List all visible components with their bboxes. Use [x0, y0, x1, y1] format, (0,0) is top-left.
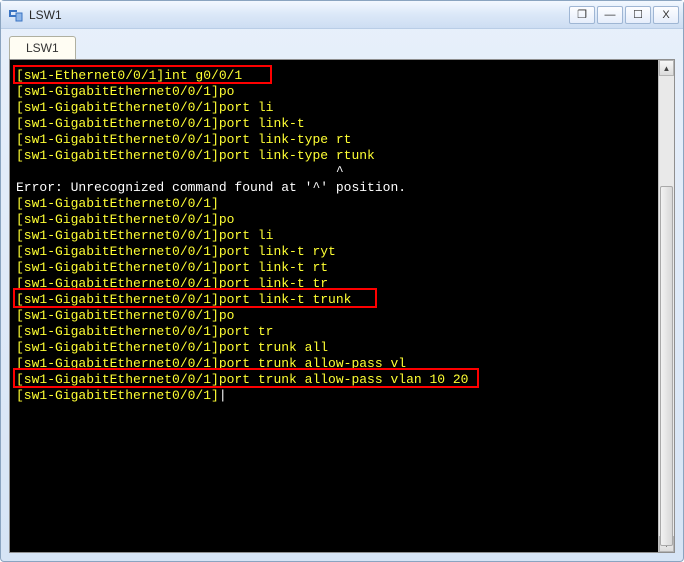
tab-strip: LSW1	[1, 29, 683, 59]
terminal-line: [sw1-GigabitEthernet0/0/1]port link-t rt	[16, 260, 668, 276]
tab-lsw1[interactable]: LSW1	[9, 36, 76, 60]
terminal-line: [sw1-GigabitEthernet0/0/1]po	[16, 308, 668, 324]
titlebar[interactable]: LSW1 ❐ — ☐ X	[1, 1, 683, 29]
terminal-line: [sw1-GigabitEthernet0/0/1]	[16, 196, 668, 212]
terminal-line: [sw1-GigabitEthernet0/0/1]port link-type…	[16, 132, 668, 148]
app-window: LSW1 ❐ — ☐ X LSW1 [sw1-Ethernet0/0/1]int…	[0, 0, 684, 562]
terminal-line: [sw1-GigabitEthernet0/0/1]port trunk all…	[16, 372, 668, 388]
terminal-line: [sw1-Ethernet0/0/1]int g0/0/1	[16, 68, 668, 84]
minimize-button[interactable]: —	[597, 6, 623, 24]
terminal-line: [sw1-GigabitEthernet0/0/1]port tr	[16, 324, 668, 340]
terminal-line: [sw1-GigabitEthernet0/0/1]port link-t tr	[16, 276, 668, 292]
terminal-line: [sw1-GigabitEthernet0/0/1]port link-t tr…	[16, 292, 668, 308]
terminal-line: Error: Unrecognized command found at '^'…	[16, 180, 668, 196]
terminal-line: [sw1-GigabitEthernet0/0/1]port li	[16, 100, 668, 116]
terminal-line: [sw1-GigabitEthernet0/0/1]po	[16, 84, 668, 100]
terminal-line: [sw1-GigabitEthernet0/0/1]po	[16, 212, 668, 228]
terminal-line: [sw1-GigabitEthernet0/0/1]port link-type…	[16, 148, 668, 164]
app-icon	[7, 7, 23, 23]
close-button[interactable]: X	[653, 6, 679, 24]
window-title: LSW1	[29, 8, 569, 22]
terminal-line: [sw1-GigabitEthernet0/0/1]port trunk all	[16, 340, 668, 356]
terminal-line: ^	[16, 164, 668, 180]
scroll-up-button[interactable]: ▲	[659, 60, 674, 76]
terminal-output[interactable]: [sw1-Ethernet0/0/1]int g0/0/1[sw1-Gigabi…	[10, 60, 674, 412]
terminal-line: [sw1-GigabitEthernet0/0/1]|	[16, 388, 668, 404]
terminal-line: [sw1-GigabitEthernet0/0/1]port trunk all…	[16, 356, 668, 372]
terminal-panel: [sw1-Ethernet0/0/1]int g0/0/1[sw1-Gigabi…	[9, 59, 675, 553]
scroll-track[interactable]	[659, 76, 674, 536]
terminal-line: [sw1-GigabitEthernet0/0/1]port link-t	[16, 116, 668, 132]
scroll-thumb[interactable]	[660, 186, 673, 546]
restore-button[interactable]: ❐	[569, 6, 595, 24]
scrollbar-vertical[interactable]: ▲ ▼	[658, 60, 674, 552]
maximize-button[interactable]: ☐	[625, 6, 651, 24]
window-controls: ❐ — ☐ X	[569, 6, 679, 24]
terminal-line: [sw1-GigabitEthernet0/0/1]port link-t ry…	[16, 244, 668, 260]
terminal-line: [sw1-GigabitEthernet0/0/1]port li	[16, 228, 668, 244]
